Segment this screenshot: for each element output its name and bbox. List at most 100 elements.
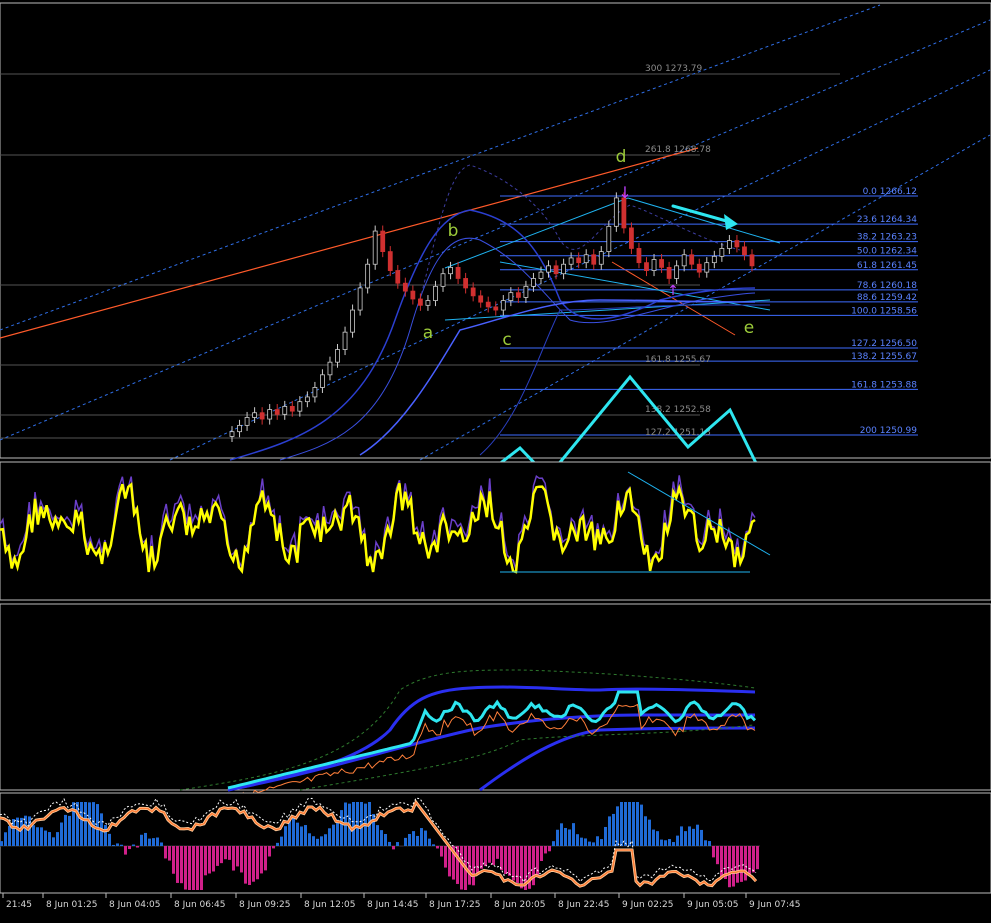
candle-body [245, 417, 249, 425]
histogram-bar [748, 846, 751, 875]
histogram-bar [284, 826, 287, 846]
candle-body [268, 410, 272, 419]
oscillator-pane[interactable] [0, 462, 991, 600]
histogram-bar [204, 846, 207, 875]
histogram-bar [608, 816, 611, 846]
histogram-bar [336, 820, 339, 846]
histogram-bar [196, 846, 199, 890]
histogram-bar [628, 802, 631, 846]
time-tick-label: 8 Jun 04:05 [109, 900, 160, 910]
candle-body [275, 410, 279, 415]
histogram-bar [108, 834, 111, 846]
wave-label-d: d [616, 147, 627, 167]
fib-mid-label: 300 1273.79 [645, 64, 703, 74]
histogram-bar [172, 846, 175, 874]
histogram-bar [84, 802, 87, 846]
histogram-bar [176, 846, 179, 883]
histogram-bar [296, 823, 299, 846]
trading-chart[interactable]: 0.0 1266.1223.6 1264.3438.2 1263.2350.0 … [0, 0, 991, 919]
time-tick-label: 9 Jun 07:45 [749, 900, 800, 910]
histogram-bar [256, 846, 259, 879]
fib-mid-label: 261.8 1268.78 [645, 145, 711, 155]
histogram-bar [664, 840, 667, 846]
histogram-bar [332, 825, 335, 846]
candle-body [547, 266, 551, 272]
histogram-bar [432, 844, 435, 846]
candle-body [449, 267, 453, 273]
histogram-bar [512, 846, 515, 880]
time-tick-label: 8 Jun 22:45 [558, 900, 609, 910]
candle-body [622, 198, 626, 228]
candle-body [720, 248, 724, 256]
candle-body [562, 264, 566, 273]
histogram-bar [536, 846, 539, 877]
histogram-bar [144, 833, 147, 846]
histogram-bar [732, 846, 735, 887]
histogram-bar [132, 845, 135, 846]
histogram-bar [260, 846, 263, 873]
histogram-bar [588, 842, 591, 846]
histogram-bar [128, 846, 131, 849]
histogram-bar [328, 828, 331, 846]
histogram-bar [380, 830, 383, 846]
fib-right-label: 88.6 1259.42 [857, 293, 917, 303]
histogram-bar [448, 846, 451, 876]
fib-mid-label: 161.8 1255.67 [645, 355, 711, 365]
histogram-bar [708, 841, 711, 846]
histogram-bar [68, 816, 71, 846]
histogram-bar [396, 842, 399, 846]
candle-body [486, 302, 490, 307]
trend-indicator-pane[interactable] [0, 604, 991, 803]
candle-body [539, 272, 543, 278]
histogram-bar [8, 826, 11, 846]
histogram-bar [272, 846, 275, 848]
candle-body [253, 413, 257, 418]
wave-label-e: e [744, 318, 754, 338]
candle-body [396, 271, 400, 284]
histogram-bar [124, 846, 127, 855]
histogram-pane[interactable] [0, 793, 991, 893]
candle-body [433, 286, 437, 300]
histogram-bar [264, 846, 267, 870]
time-tick-label: 8 Jun 20:05 [494, 900, 545, 910]
histogram-bar [416, 836, 419, 846]
time-tick-label: 8 Jun 01:25 [46, 900, 97, 910]
fib-right-label: 0.0 1266.12 [863, 187, 917, 197]
main-price-pane[interactable]: 0.0 1266.1223.6 1264.3438.2 1263.2350.0 … [0, 3, 991, 514]
histogram-bar [468, 846, 471, 885]
histogram-bar [248, 846, 251, 885]
candle-body [456, 267, 460, 278]
histogram-bar [520, 846, 523, 888]
candle-body [531, 278, 535, 286]
histogram-bar [672, 842, 675, 846]
histogram-bar [660, 840, 663, 846]
histogram-bar [300, 826, 303, 846]
histogram-bar [472, 846, 475, 885]
histogram-bar [492, 846, 495, 865]
histogram-bar [52, 837, 55, 846]
candle-body [682, 255, 686, 266]
histogram-bar [116, 843, 119, 846]
time-tick-label: 8 Jun 09:25 [239, 900, 290, 910]
candle-body [403, 283, 407, 291]
candle-body [305, 397, 309, 402]
histogram-bar [136, 846, 139, 848]
candle-body [614, 198, 618, 226]
histogram-bar [40, 827, 43, 846]
histogram-bar [276, 843, 279, 846]
histogram-bar [704, 840, 707, 846]
histogram-bar [340, 810, 343, 846]
histogram-bar [744, 846, 747, 880]
histogram-bar [80, 802, 83, 846]
histogram-bar [544, 846, 547, 853]
histogram-bar [164, 846, 167, 858]
candle-body [667, 267, 671, 278]
candle-body [283, 406, 287, 414]
histogram-bar [220, 846, 223, 863]
candle-body [426, 301, 430, 306]
candle-body [629, 228, 633, 249]
histogram-bar [592, 842, 595, 846]
histogram-bar [152, 838, 155, 846]
candle-body [230, 432, 234, 437]
time-tick-label: 9 Jun 02:25 [622, 900, 673, 910]
